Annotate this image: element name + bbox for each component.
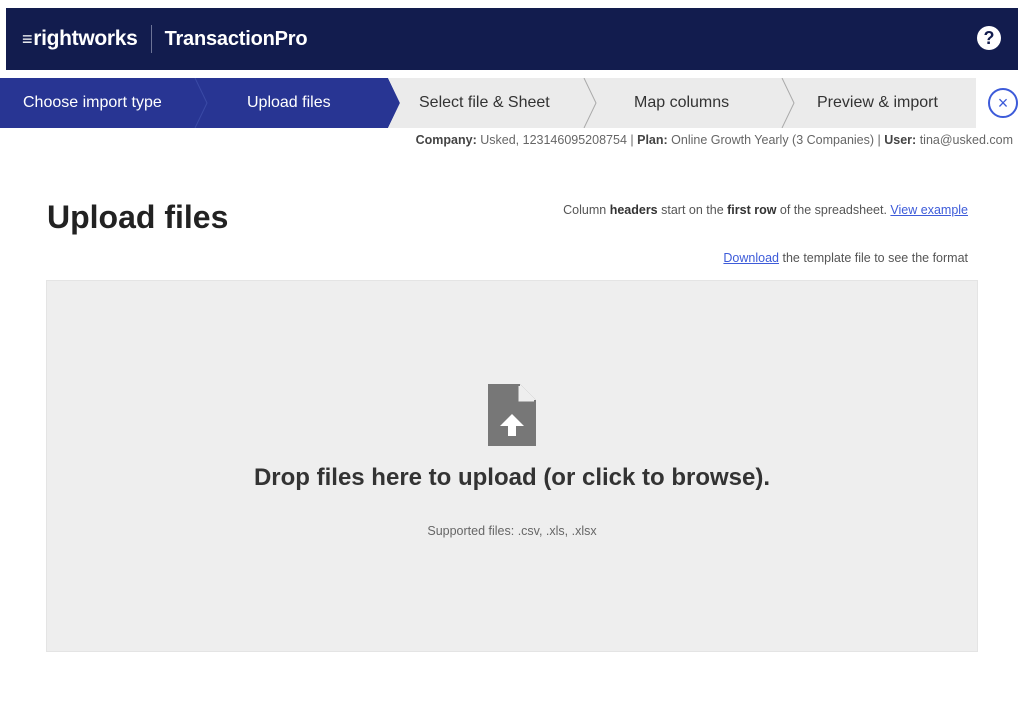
step-map-columns[interactable]: Map columns [634,78,729,128]
file-dropzone[interactable]: Drop files here to upload (or click to b… [46,280,978,652]
brand-name: rightworks [33,27,138,50]
brand-logo: ≡rightworks [22,27,138,51]
supported-files-text: Supported files: .csv, .xls, .xlsx [427,524,597,538]
hint-bold-headers: headers [609,203,658,217]
hint-text: the template file to see the format [779,251,968,265]
wizard-steps: Choose import type Upload files Select f… [0,78,976,128]
brand: ≡rightworks TransactionPro [22,8,308,70]
info-separator: | [630,133,634,147]
close-icon[interactable]: × [988,88,1018,118]
help-icon[interactable]: ? [977,26,1001,50]
step-choose-import-type[interactable]: Choose import type [23,78,162,128]
hint-text: start on the [657,203,728,217]
plan-label: Plan: [637,133,668,147]
download-hint: Download the template file to see the fo… [723,251,968,265]
account-info: Company: Usked, 123146095208754 | Plan: … [416,133,1013,147]
step-preview-import[interactable]: Preview & import [817,78,938,128]
headers-hint: Column headers start on the first row of… [558,201,968,220]
brand-logo-mark-icon: ≡ [22,29,33,49]
hint-text: Column [563,203,610,217]
company-label: Company: [415,133,477,147]
company-value: Usked, 123146095208754 [480,133,627,147]
hint-text: of the spreadsheet. [776,203,891,217]
page-title: Upload files [47,199,229,235]
file-upload-icon [488,384,536,446]
plan-value: Online Growth Yearly (3 Companies) [671,133,875,147]
step-upload-files[interactable]: Upload files [247,78,331,128]
download-template-link[interactable]: Download [723,251,779,265]
hint-bold-first-row: first row [727,203,777,217]
app-header: ≡rightworks TransactionPro ? [6,8,1018,70]
dropzone-title: Drop files here to upload (or click to b… [253,464,771,491]
product-name: TransactionPro [164,27,308,50]
view-example-link[interactable]: View example [890,203,968,217]
user-value: tina@usked.com [919,133,1013,147]
info-separator: | [877,133,881,147]
brand-divider [150,25,152,53]
user-label: User: [884,133,917,147]
step-select-file-sheet[interactable]: Select file & Sheet [419,78,550,128]
